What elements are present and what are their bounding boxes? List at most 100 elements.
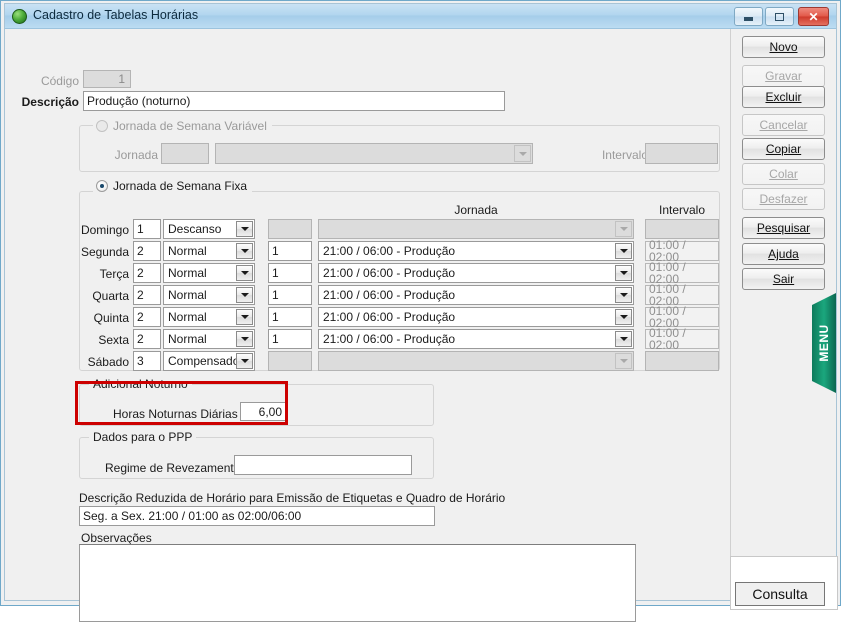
table-row-intervalo[interactable]: 01:00 / 02:00	[645, 261, 719, 285]
table-row-jornada-combo[interactable]: 21:00 / 06:00 - Produção	[318, 285, 634, 305]
consulta-button[interactable]: Consulta	[735, 582, 825, 606]
close-button[interactable]: ✕	[798, 7, 829, 26]
table-row-num[interactable]: 1	[133, 219, 161, 239]
variable-week-radio[interactable]: Jornada de Semana Variável	[93, 119, 272, 133]
table-row-seq[interactable]: 1	[268, 285, 312, 305]
colar-button: Colar	[742, 163, 825, 185]
chevron-down-icon[interactable]	[615, 353, 632, 369]
maximize-icon	[766, 8, 793, 25]
excluir-button-label: Excluir	[765, 90, 802, 104]
maximize-button[interactable]	[765, 7, 794, 26]
cancelar-button: Cancelar	[742, 114, 825, 136]
table-row-jornada-combo[interactable]: 21:00 / 06:00 - Produção	[318, 329, 634, 349]
chevron-down-icon[interactable]	[236, 287, 253, 303]
table-row-seq[interactable]: 1	[268, 241, 312, 261]
table-row-tipo-combo[interactable]: Normal	[163, 241, 255, 261]
ajuda-button[interactable]: Ajuda	[742, 243, 825, 265]
novo-button-label: Novo	[769, 40, 798, 54]
table-row-seq[interactable]	[268, 219, 312, 239]
table-row-num[interactable]: 2	[133, 329, 161, 349]
menu-side-tab-label: MENU	[817, 324, 831, 362]
fixed-week-radio[interactable]: Jornada de Semana Fixa	[93, 179, 253, 193]
table-row-num[interactable]: 2	[133, 285, 161, 305]
horas-noturnas-input[interactable]: 6,00	[240, 402, 288, 421]
table-row-seq[interactable]: 1	[268, 307, 312, 327]
table-row-num[interactable]: 2	[133, 241, 161, 261]
chevron-down-icon[interactable]	[236, 221, 253, 237]
table-row-intervalo[interactable]	[645, 219, 719, 239]
ajuda-button-label: Ajuda	[768, 247, 799, 261]
chevron-down-icon[interactable]	[236, 331, 253, 347]
table-row-tipo-combo[interactable]: Descanso	[163, 219, 255, 239]
window-title: Cadastro de Tabelas Horárias	[33, 8, 199, 22]
sair-button[interactable]: Sair	[742, 268, 825, 290]
table-row-tipo-combo[interactable]: Normal	[163, 263, 255, 283]
chevron-down-icon[interactable]	[615, 265, 632, 281]
table-row-seq[interactable]: 1	[268, 263, 312, 283]
table-row-seq[interactable]	[268, 351, 312, 371]
table-row-intervalo[interactable]	[645, 351, 719, 371]
chevron-down-icon[interactable]	[236, 265, 253, 281]
table-row-day-label: Sábado	[87, 355, 129, 369]
chevron-down-icon[interactable]	[236, 309, 253, 325]
copiar-button[interactable]: Copiar	[742, 138, 825, 160]
colar-button-label: Colar	[769, 167, 798, 181]
minimize-button[interactable]	[734, 7, 763, 26]
chevron-down-icon[interactable]	[236, 353, 253, 369]
sair-button-label: Sair	[772, 272, 795, 286]
close-icon: ✕	[808, 9, 819, 24]
pesquisar-button[interactable]: Pesquisar	[742, 217, 825, 239]
table-row-tipo-combo[interactable]: Normal	[163, 329, 255, 349]
copiar-button-label: Copiar	[765, 142, 802, 156]
table-row-jornada-combo[interactable]: 21:00 / 06:00 - Produção	[318, 263, 634, 283]
chevron-down-icon[interactable]	[236, 243, 253, 259]
table-row-jornada-combo[interactable]: 21:00 / 06:00 - Produção	[318, 307, 634, 327]
table-row-tipo-value: Normal	[168, 332, 207, 346]
table-row-jornada-combo[interactable]: 21:00 / 06:00 - Produção	[318, 241, 634, 261]
pesquisar-button-label: Pesquisar	[756, 221, 811, 235]
chevron-down-icon[interactable]	[514, 145, 531, 162]
fixed-week-radio-label: Jornada de Semana Fixa	[113, 179, 248, 193]
cancelar-button-label: Cancelar	[759, 118, 808, 132]
table-row-tipo-value: Normal	[168, 244, 207, 258]
chevron-down-icon[interactable]	[615, 243, 632, 259]
descricao-label: Descrição	[21, 95, 79, 109]
desfazer-button: Desfazer	[742, 188, 825, 210]
intervalo-variable-field[interactable]	[645, 143, 718, 164]
chevron-down-icon[interactable]	[615, 331, 632, 347]
chevron-down-icon[interactable]	[615, 287, 632, 303]
table-row-day-label: Sexta	[98, 333, 129, 347]
regime-revezamento-input[interactable]	[234, 455, 412, 475]
table-row-tipo-combo[interactable]: Normal	[163, 307, 255, 327]
table-row-tipo-combo[interactable]: Normal	[163, 285, 255, 305]
jornada-variable-combo[interactable]	[215, 143, 533, 164]
table-row-num[interactable]: 2	[133, 307, 161, 327]
chevron-down-icon[interactable]	[615, 221, 632, 237]
table-row-num[interactable]: 2	[133, 263, 161, 283]
table-row-day-label: Quarta	[92, 289, 129, 303]
table-row-intervalo[interactable]: 01:00 / 02:00	[645, 305, 719, 329]
table-row-intervalo[interactable]: 01:00 / 02:00	[645, 327, 719, 351]
table-row-num[interactable]: 3	[133, 351, 161, 371]
table-row-jornada-combo[interactable]	[318, 351, 634, 371]
table-row-tipo-value: Normal	[168, 288, 207, 302]
form-content: Código 1 Descrição Produção (noturno) Jo…	[5, 29, 838, 622]
variable-week-radio-label: Jornada de Semana Variável	[113, 119, 267, 133]
excluir-button[interactable]: Excluir	[742, 86, 825, 108]
chevron-down-icon[interactable]	[615, 309, 632, 325]
descricao-reduzida-input[interactable]: Seg. a Sex. 21:00 / 01:00 as 02:00/06:00	[79, 506, 435, 526]
table-row-jornada-combo[interactable]	[318, 219, 634, 239]
jornada-variable-number[interactable]	[161, 143, 209, 164]
descricao-input[interactable]: Produção (noturno)	[83, 91, 505, 111]
table-row-intervalo[interactable]: 01:00 / 02:00	[645, 283, 719, 307]
observacoes-textarea[interactable]	[79, 544, 636, 622]
table-row-day-label: Quinta	[93, 311, 129, 325]
table-row-intervalo[interactable]: 01:00 / 02:00	[645, 239, 719, 263]
novo-button[interactable]: Novo	[742, 36, 825, 58]
app-logo-icon	[12, 9, 27, 24]
table-row-tipo-combo[interactable]: Compensado	[163, 351, 255, 371]
codigo-field[interactable]: 1	[83, 70, 131, 88]
table-row-seq[interactable]: 1	[268, 329, 312, 349]
table-row-day-label: Segunda	[80, 245, 129, 259]
menu-side-tab[interactable]: MENU	[812, 293, 836, 393]
